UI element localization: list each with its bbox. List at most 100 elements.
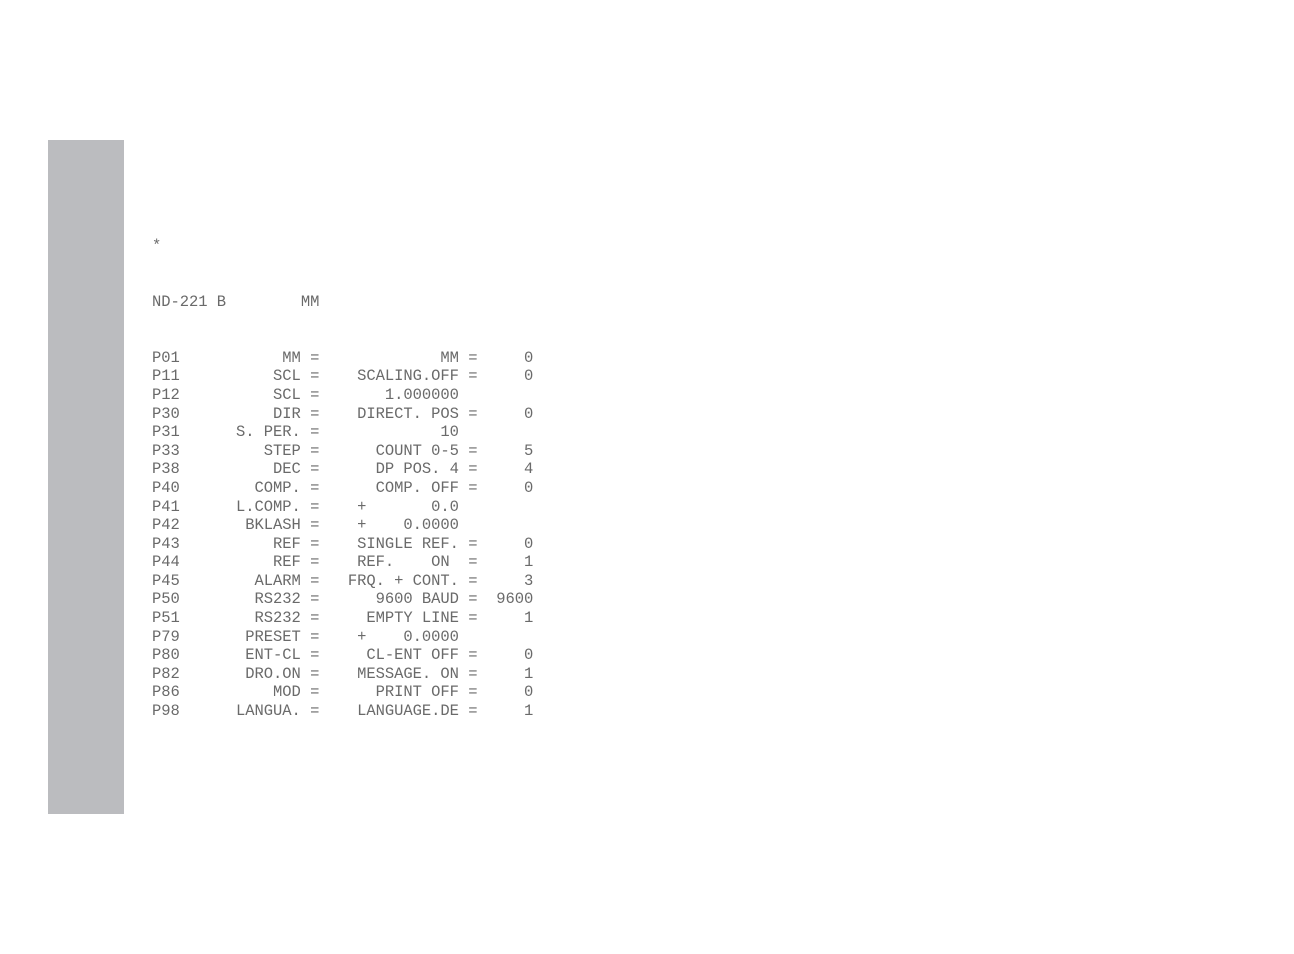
parameter-code: P51 <box>152 609 180 628</box>
parameter-code: P44 <box>152 553 180 572</box>
parameter-row: P44 REF = REF. ON = 1 <box>152 553 533 572</box>
parameter-code: P43 <box>152 534 180 553</box>
parameter-name: COMP. <box>254 478 301 497</box>
equals-sign: = <box>310 423 320 442</box>
parameter-code: P11 <box>152 367 180 386</box>
parameter-row: P45 ALARM = FRQ. + CONT. = 3 <box>152 572 533 591</box>
parameter-name: ENT-CL <box>245 646 301 665</box>
parameter-name: DIR <box>273 404 301 423</box>
parameter-value: 0 <box>524 348 534 367</box>
parameter-code: P80 <box>152 646 180 665</box>
parameter-value: 0 <box>524 646 534 665</box>
equals-sign: = <box>468 367 478 386</box>
parameter-row: P82 DRO.ON = MESSAGE. ON = 1 <box>152 665 533 684</box>
parameter-row: P12 SCL = 1.000000 <box>152 386 533 405</box>
parameter-value: 1 <box>524 664 534 683</box>
equals-sign: = <box>468 534 478 553</box>
parameter-value: 1 <box>524 553 534 572</box>
parameter-setting: MESSAGE. ON <box>357 664 459 683</box>
parameter-value: 0 <box>524 404 534 423</box>
parameter-name: REF <box>273 553 301 572</box>
parameter-row: P80 ENT-CL = CL-ENT OFF = 0 <box>152 646 533 665</box>
unit: MM <box>300 292 320 311</box>
parameter-name: BKLASH <box>245 516 301 535</box>
parameter-row: P86 MOD = PRINT OFF = 0 <box>152 683 533 702</box>
device-name: ND-221 B <box>152 292 227 311</box>
parameter-code: P31 <box>152 423 180 442</box>
equals-sign: = <box>310 646 320 665</box>
parameter-setting: DP POS. 4 <box>375 460 459 479</box>
marker-line: * <box>152 237 533 256</box>
parameter-name: MM <box>282 348 301 367</box>
equals-sign: = <box>310 516 320 535</box>
parameter-name: MOD <box>273 683 301 702</box>
equals-sign: = <box>310 460 320 479</box>
equals-sign: = <box>468 553 478 572</box>
parameter-code: P33 <box>152 441 180 460</box>
parameter-setting: LANGUAGE.DE <box>357 702 459 721</box>
parameter-code: P01 <box>152 348 180 367</box>
equals-sign: = <box>310 534 320 553</box>
equals-sign: = <box>468 664 478 683</box>
parameter-row: P33 STEP = COUNT 0-5 = 5 <box>152 442 533 461</box>
parameter-row: P51 RS232 = EMPTY LINE = 1 <box>152 609 533 628</box>
parameter-value: 9600 <box>496 590 534 609</box>
parameter-setting: DIRECT. POS <box>357 404 459 423</box>
equals-sign: = <box>468 609 478 628</box>
equals-sign: = <box>310 367 320 386</box>
parameter-setting: REF. ON <box>357 553 459 572</box>
parameter-row: P41 L.COMP. = + 0.0 <box>152 498 533 517</box>
parameter-setting: + 0.0 <box>357 497 459 516</box>
equals-sign: = <box>310 385 320 404</box>
parameter-name: DRO.ON <box>245 664 301 683</box>
parameter-setting: + 0.0000 <box>357 516 459 535</box>
parameter-code: P82 <box>152 664 180 683</box>
equals-sign: = <box>310 441 320 460</box>
parameter-code: P41 <box>152 497 180 516</box>
parameter-row: P40 COMP. = COMP. OFF = 0 <box>152 479 533 498</box>
parameter-value: 0 <box>524 478 534 497</box>
equals-sign: = <box>310 683 320 702</box>
parameter-code: P30 <box>152 404 180 423</box>
parameter-list: P01 MM = MM = 0 P11 SCL = SCALING.OFF = 0 P12 SCL = 1.0… <box>152 349 533 721</box>
equals-sign: = <box>468 441 478 460</box>
parameter-code: P45 <box>152 571 180 590</box>
parameter-setting: 1.000000 <box>384 385 459 404</box>
parameter-value: 5 <box>524 441 534 460</box>
parameter-value: 1 <box>524 609 534 628</box>
parameter-code: P42 <box>152 516 180 535</box>
parameter-code: P50 <box>152 590 180 609</box>
device-line: ND-221 B MM <box>152 293 533 312</box>
equals-sign: = <box>468 478 478 497</box>
parameter-value: 3 <box>524 571 534 590</box>
parameter-row: P01 MM = MM = 0 <box>152 349 533 368</box>
parameter-setting: COMP. OFF <box>375 478 459 497</box>
parameter-printout: * ND-221 B MM P01 MM = MM = 0 P11 SCL = SCALING.OF… <box>152 200 533 739</box>
parameter-name: SCL <box>273 385 301 404</box>
equals-sign: = <box>310 664 320 683</box>
marker: * <box>152 237 162 256</box>
parameter-code: P12 <box>152 385 180 404</box>
parameter-code: P40 <box>152 478 180 497</box>
equals-sign: = <box>310 404 320 423</box>
parameter-name: STEP <box>263 441 301 460</box>
parameter-setting: SINGLE REF. <box>357 534 459 553</box>
equals-sign: = <box>310 627 320 646</box>
parameter-name: ALARM <box>254 571 301 590</box>
parameter-setting: 10 <box>440 423 459 442</box>
parameter-code: P86 <box>152 683 180 702</box>
parameter-code: P38 <box>152 460 180 479</box>
equals-sign: = <box>468 683 478 702</box>
parameter-name: RS232 <box>254 590 301 609</box>
parameter-name: S. PER. <box>236 423 301 442</box>
parameter-code: P79 <box>152 627 180 646</box>
equals-sign: = <box>310 478 320 497</box>
equals-sign: = <box>310 497 320 516</box>
equals-sign: = <box>310 348 320 367</box>
equals-sign: = <box>468 460 478 479</box>
parameter-row: P43 REF = SINGLE REF. = 0 <box>152 535 533 554</box>
equals-sign: = <box>310 702 320 721</box>
parameter-value: 0 <box>524 367 534 386</box>
parameter-setting: COUNT 0-5 <box>375 441 459 460</box>
parameter-row: P42 BKLASH = + 0.0000 <box>152 516 533 535</box>
